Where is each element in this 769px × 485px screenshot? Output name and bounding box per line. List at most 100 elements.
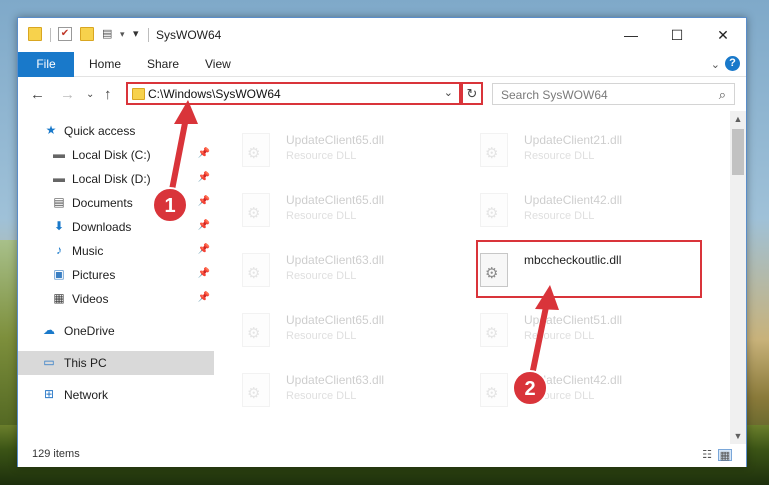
- video-icon: ▦: [53, 291, 65, 305]
- dll-file-icon: ⚙: [242, 133, 270, 167]
- title-bar: ✔ ▤ ▾ ▾ SysWOW64 — ☐ ✕: [18, 18, 746, 52]
- network-icon: ⊞: [43, 387, 55, 401]
- sidebar-item-label: Network: [64, 388, 109, 402]
- list-item[interactable]: ⚙ UpdateClient51.dll Resource DLL: [452, 305, 682, 353]
- status-bar: 129 items ☷ ▦: [18, 444, 746, 467]
- document-icon: ▤: [53, 195, 65, 209]
- search-input[interactable]: Search SysWOW64 ⌕: [492, 83, 735, 105]
- list-item[interactable]: ⚙ UpdateClient42.dll Resource DLL: [452, 365, 682, 413]
- tab-file[interactable]: File: [18, 52, 74, 77]
- pin-icon[interactable]: 📌: [198, 148, 210, 159]
- customize-toolbar-icon[interactable]: ▤: [102, 27, 116, 41]
- properties-icon[interactable]: ✔: [58, 27, 72, 41]
- file-type: Resource DLL: [286, 270, 357, 282]
- sidebar-item-music[interactable]: ♪ Music 📌: [18, 239, 214, 263]
- new-folder-icon[interactable]: [80, 27, 94, 41]
- expand-ribbon-icon[interactable]: ⌄: [711, 58, 720, 71]
- pin-icon[interactable]: 📌: [198, 172, 210, 183]
- pin-icon[interactable]: 📌: [198, 268, 210, 279]
- sidebar-item-label: This PC: [64, 356, 107, 370]
- sidebar-item-onedrive[interactable]: ☁ OneDrive: [18, 319, 214, 343]
- file-name: UpdateClient65.dll: [286, 133, 385, 147]
- pin-icon[interactable]: 📌: [198, 220, 210, 231]
- help-icon[interactable]: ?: [725, 56, 740, 71]
- dll-file-icon: ⚙: [242, 253, 270, 287]
- sidebar-item-label: Local Disk (D:): [72, 172, 151, 186]
- computer-icon: ▭: [43, 355, 55, 369]
- list-item[interactable]: ⚙ UpdateClient65.dll Resource DLL: [214, 125, 444, 173]
- window-title: SysWOW64: [156, 28, 222, 42]
- music-icon: ♪: [56, 243, 62, 257]
- address-bar[interactable]: C:\Windows\SysWOW64 ⌄: [126, 82, 461, 105]
- details-view-icon[interactable]: ☷: [700, 449, 714, 461]
- up-button[interactable]: ↑: [104, 86, 112, 103]
- sidebar-item-label: Quick access: [64, 124, 136, 138]
- item-count: 129 items: [32, 448, 80, 460]
- sidebar-item-local-disk-d[interactable]: ▬ Local Disk (D:) 📌: [18, 167, 214, 191]
- file-name: UpdateClient51.dll: [524, 313, 623, 327]
- recent-locations-button[interactable]: ⌄: [86, 89, 94, 100]
- dll-file-icon: ⚙: [242, 373, 270, 407]
- scroll-up-icon[interactable]: ▲: [730, 111, 746, 127]
- sidebar-item-quick-access[interactable]: ★ Quick access: [18, 119, 214, 143]
- quick-access-dropdown-icon[interactable]: ▾: [133, 27, 147, 41]
- sidebar-item-downloads[interactable]: ⬇ Downloads 📌: [18, 215, 214, 239]
- list-item[interactable]: ⚙ UpdateClient42.dll Resource DLL: [452, 185, 682, 233]
- file-name: UpdateClient21.dll: [524, 133, 623, 147]
- scrollbar-thumb[interactable]: [732, 129, 744, 175]
- list-item[interactable]: ⚙ UpdateClient63.dll Resource DLL: [214, 365, 444, 413]
- list-item[interactable]: ⚙ UpdateClient21.dll Resource DLL: [452, 125, 682, 173]
- forward-button[interactable]: →: [60, 86, 75, 103]
- chevron-down-icon[interactable]: ⌄: [444, 86, 453, 99]
- back-button[interactable]: ←: [30, 86, 45, 103]
- file-type: Resource DLL: [286, 150, 357, 162]
- pin-icon[interactable]: 📌: [198, 244, 210, 255]
- star-icon: ★: [45, 123, 57, 137]
- scroll-down-icon[interactable]: ▼: [730, 428, 746, 444]
- file-name: UpdateClient42.dll: [524, 373, 623, 387]
- sidebar-item-pictures[interactable]: ▣ Pictures 📌: [18, 263, 214, 287]
- sidebar-item-label: OneDrive: [64, 324, 115, 338]
- pictures-icon: ▣: [53, 267, 65, 281]
- vertical-scrollbar[interactable]: ▲ ▼: [730, 111, 746, 444]
- dll-file-icon: ⚙: [480, 373, 508, 407]
- file-name: UpdateClient65.dll: [286, 193, 385, 207]
- file-type: Resource DLL: [524, 330, 595, 342]
- close-button[interactable]: ✕: [700, 18, 746, 52]
- file-name: UpdateClient63.dll: [286, 253, 385, 267]
- list-item[interactable]: ⚙ UpdateClient63.dll Resource DLL: [214, 245, 444, 293]
- search-icon[interactable]: ⌕: [719, 87, 726, 103]
- address-path[interactable]: C:\Windows\SysWOW64: [148, 87, 281, 101]
- search-placeholder: Search SysWOW64: [501, 88, 608, 102]
- pin-icon[interactable]: 📌: [198, 292, 210, 303]
- sidebar-item-videos[interactable]: ▦ Videos 📌: [18, 287, 214, 311]
- list-item[interactable]: ⚙ UpdateClient65.dll Resource DLL: [214, 305, 444, 353]
- file-type: Resource DLL: [524, 210, 595, 222]
- sidebar-item-documents[interactable]: ▤ Documents 📌: [18, 191, 214, 215]
- maximize-button[interactable]: ☐: [654, 18, 700, 52]
- drive-icon: ▬: [53, 147, 65, 161]
- file-type: Resource DLL: [286, 390, 357, 402]
- divider: [148, 28, 149, 42]
- tab-view[interactable]: View: [205, 52, 231, 77]
- file-type: Resource DLL: [524, 150, 595, 162]
- sidebar-item-label: Pictures: [72, 268, 116, 282]
- folder-icon: [132, 88, 145, 100]
- tab-home[interactable]: Home: [89, 52, 121, 77]
- large-icons-view-icon[interactable]: ▦: [718, 449, 732, 462]
- list-item[interactable]: ⚙ UpdateClient65.dll Resource DLL: [214, 185, 444, 233]
- dll-file-icon: ⚙: [480, 133, 508, 167]
- sidebar-item-label: Videos: [72, 292, 109, 306]
- dll-file-icon: ⚙: [480, 193, 508, 227]
- refresh-button[interactable]: ↻: [461, 82, 483, 105]
- pin-icon[interactable]: 📌: [198, 196, 210, 207]
- tab-share[interactable]: Share: [147, 52, 179, 77]
- sidebar-item-local-disk-c[interactable]: ▬ Local Disk (C:) 📌: [18, 143, 214, 167]
- sidebar-item-this-pc[interactable]: ▭ This PC: [18, 351, 214, 375]
- file-type: Resource DLL: [524, 390, 595, 402]
- dll-file-icon: ⚙: [242, 193, 270, 227]
- minimize-button[interactable]: —: [608, 18, 654, 52]
- file-name: UpdateClient63.dll: [286, 373, 385, 387]
- sidebar-item-network[interactable]: ⊞ Network: [18, 383, 214, 407]
- chevron-down-icon[interactable]: ▾: [120, 27, 134, 41]
